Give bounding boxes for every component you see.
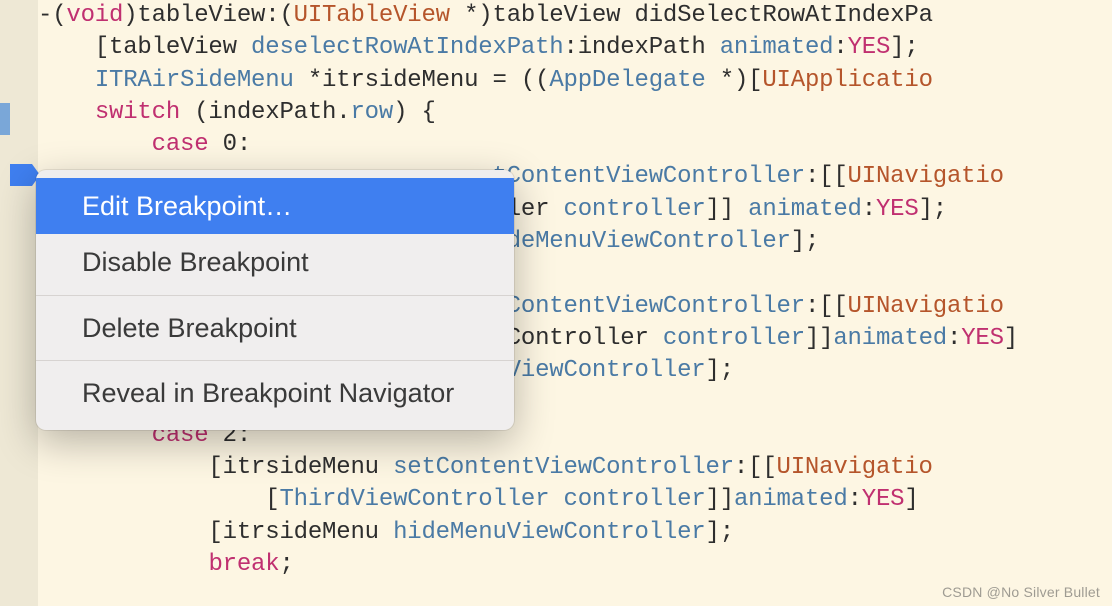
selector: deMenuViewController: [507, 228, 791, 255]
selector: setContentViewController: [393, 454, 734, 481]
constant: YES: [848, 34, 891, 61]
class-name: UIApplicatio: [762, 67, 932, 94]
selector: controller: [564, 486, 706, 513]
code-text: :: [848, 486, 862, 513]
property: row: [350, 99, 393, 126]
class-name: UITableView: [294, 2, 450, 29]
selector: animated: [720, 34, 834, 61]
code-text: Controller: [507, 325, 663, 352]
code-text: )tableView:(: [123, 2, 293, 29]
code-text: ]: [1004, 325, 1018, 352]
code-text: [tableView: [38, 34, 251, 61]
breakpoint-context-menu: Edit Breakpoint… Disable Breakpoint Dele…: [36, 170, 514, 430]
code-text: :[[: [805, 293, 848, 320]
keyword: break: [208, 551, 279, 578]
selector: tContentViewController: [492, 293, 804, 320]
code-text: :[[: [734, 454, 777, 481]
code-text: :indexPath: [564, 34, 720, 61]
selector: tContentViewController: [492, 163, 804, 190]
code-text: [itrsideMenu: [38, 454, 393, 481]
code-text: [38, 551, 208, 578]
code-text: ];: [890, 34, 918, 61]
code-text: ) {: [393, 99, 436, 126]
code-text: [: [38, 486, 279, 513]
menu-separator: [36, 360, 514, 361]
code-text: [itrsideMenu: [38, 519, 393, 546]
constant: YES: [876, 196, 919, 223]
code-text: ]: [904, 486, 918, 513]
code-text: ]]: [706, 486, 734, 513]
code-text: (indexPath.: [180, 99, 350, 126]
code-text: -(: [38, 2, 66, 29]
selector: controller: [663, 325, 805, 352]
code-text: *itrsideMenu = ((: [294, 67, 550, 94]
code-text: :: [833, 34, 847, 61]
code-text: ];: [919, 196, 947, 223]
class-name: UINavigatio: [848, 293, 1004, 320]
code-text: :[[: [805, 163, 848, 190]
code-text: ;: [279, 551, 293, 578]
menu-item-edit-breakpoint[interactable]: Edit Breakpoint…: [36, 178, 514, 234]
code-text: [38, 99, 95, 126]
menu-item-delete-breakpoint[interactable]: Delete Breakpoint: [36, 300, 514, 356]
selector: animated: [833, 325, 947, 352]
code-text: ]]: [706, 196, 749, 223]
constant: YES: [862, 486, 905, 513]
code-text: ]]: [805, 325, 833, 352]
gutter: [0, 0, 38, 606]
selector: hideMenuViewController: [393, 519, 705, 546]
code-text: ];: [706, 357, 734, 384]
selector: deselectRowAtIndexPath: [251, 34, 563, 61]
class-name: ThirdViewController: [279, 486, 549, 513]
code-text: [38, 131, 152, 158]
watermark: CSDN @No Silver Bullet: [942, 584, 1100, 600]
keyword-void: void: [66, 2, 123, 29]
selector: controller: [564, 196, 706, 223]
class-name: UINavigatio: [777, 454, 933, 481]
code-text: *)[: [706, 67, 763, 94]
code-text: ];: [706, 519, 734, 546]
line-highlight: [0, 103, 10, 135]
keyword: case: [152, 131, 209, 158]
code-text: *)tableView didSelectRowAtIndexPa: [450, 2, 933, 29]
code-text: [549, 486, 563, 513]
class-name: UINavigatio: [848, 163, 1004, 190]
selector: animated: [734, 486, 848, 513]
menu-separator: [36, 295, 514, 296]
menu-item-reveal-breakpoint[interactable]: Reveal in Breakpoint Navigator: [36, 365, 514, 421]
menu-item-disable-breakpoint[interactable]: Disable Breakpoint: [36, 234, 514, 290]
code-text: :: [862, 196, 876, 223]
code-text: [38, 67, 95, 94]
code-text: ];: [791, 228, 819, 255]
class-name: ITRAirSideMenu: [95, 67, 294, 94]
constant: YES: [961, 325, 1004, 352]
class-name: AppDelegate: [549, 67, 705, 94]
code-text: :: [947, 325, 961, 352]
code-text: ler: [507, 196, 564, 223]
code-text: 0:: [208, 131, 251, 158]
keyword: switch: [95, 99, 180, 126]
selector: animated: [748, 196, 862, 223]
